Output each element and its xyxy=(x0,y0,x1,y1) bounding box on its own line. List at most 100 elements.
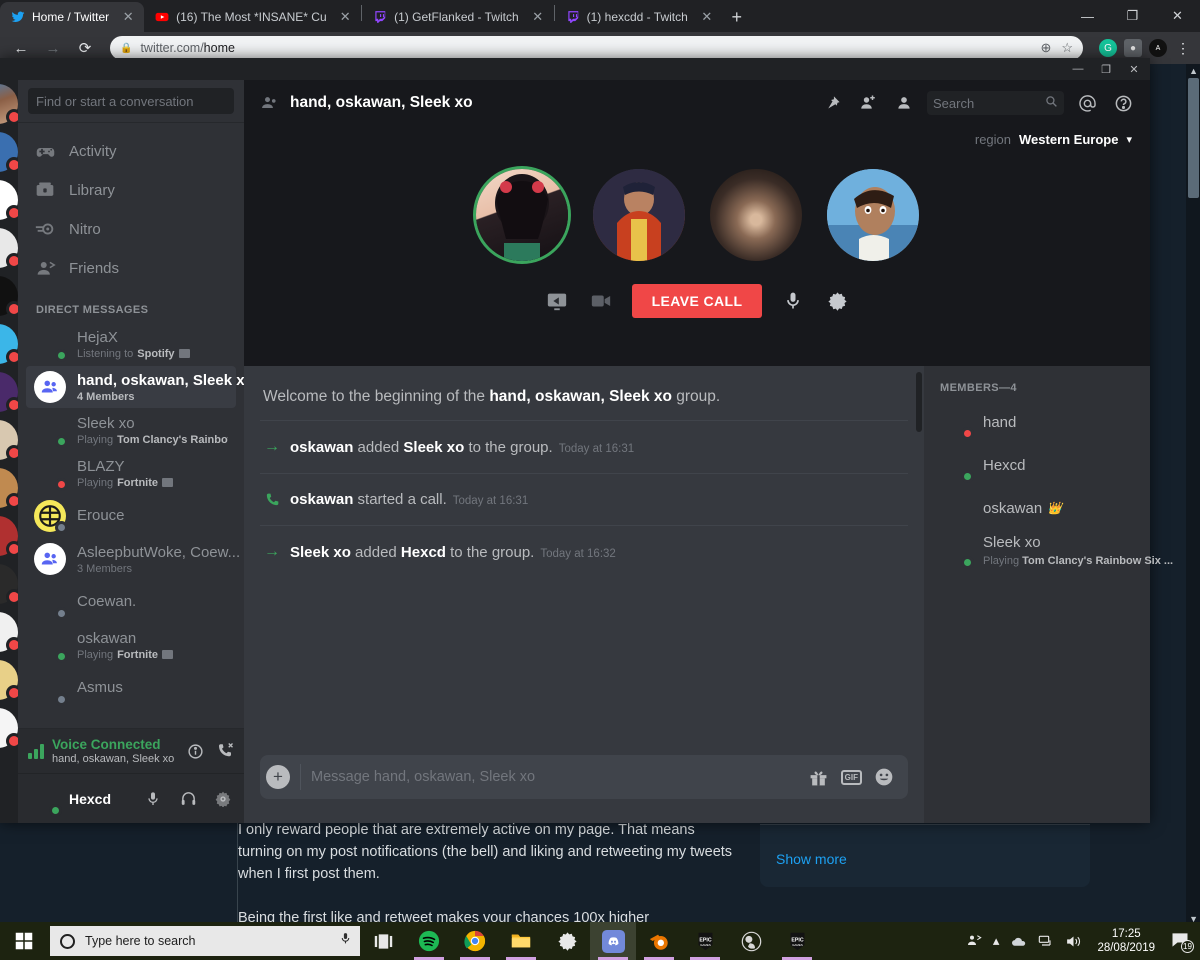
server-icon[interactable] xyxy=(0,324,18,365)
tab-close-icon[interactable]: ✕ xyxy=(699,9,715,25)
scroll-up-arrow[interactable]: ▲ xyxy=(1189,66,1198,76)
sidebar-item-nitro[interactable]: Nitro xyxy=(26,210,236,248)
microphone-icon[interactable] xyxy=(140,786,166,812)
server-icon[interactable] xyxy=(0,276,18,317)
volume-icon[interactable] xyxy=(1065,933,1082,950)
call-participant-oskawan[interactable] xyxy=(592,169,685,261)
profile-avatar[interactable]: A xyxy=(1149,39,1167,57)
dm-item-group-hand-oskawan-sleekxo[interactable]: hand, oskawan, Sleek xo 4 Members xyxy=(26,366,244,408)
add-friend-icon[interactable] xyxy=(855,90,881,116)
message-input-row[interactable]: + Message hand, oskawan, Sleek xo GIF xyxy=(260,755,908,799)
call-participant-hand[interactable] xyxy=(475,169,568,261)
install-app-icon[interactable]: ⊕ xyxy=(1040,40,1051,56)
headphones-icon[interactable] xyxy=(175,786,201,812)
dm-item-oskawan[interactable]: oskawan Playing Fortnite xyxy=(26,624,236,666)
browser-maximize-button[interactable]: ❐ xyxy=(1110,0,1155,32)
browser-close-button[interactable]: ✕ xyxy=(1155,0,1200,32)
leave-call-button[interactable]: LEAVE CALL xyxy=(631,284,763,318)
dm-item-coewan[interactable]: Coewan. xyxy=(26,581,236,623)
start-icon[interactable] xyxy=(0,922,48,960)
server-icon[interactable] xyxy=(0,372,18,413)
epic-games-icon[interactable]: EPIC GAMES xyxy=(682,922,728,960)
gift-icon[interactable] xyxy=(807,765,831,789)
browser-tab-0[interactable]: Home / Twitter ✕ xyxy=(0,2,145,32)
grammarly-extension-icon[interactable]: G xyxy=(1099,39,1117,57)
dm-item-hejax[interactable]: HejaX Listening to Spotify xyxy=(26,323,236,365)
dm-item-group-asleepbutwoke[interactable]: AsleepbutWoke, Coew... 3 Members xyxy=(26,538,240,580)
region-selector[interactable]: region Western Europe ▾ xyxy=(975,132,1132,147)
task-view-icon[interactable] xyxy=(360,922,406,960)
gear-icon[interactable] xyxy=(824,288,850,314)
browser-menu-icon[interactable]: ⋮ xyxy=(1174,39,1192,57)
sidebar-item-activity[interactable]: Activity xyxy=(26,132,236,170)
bookmark-star-icon[interactable]: ☆ xyxy=(1061,40,1073,56)
server-icon[interactable] xyxy=(0,132,18,173)
taskbar-search-input[interactable]: Type here to search xyxy=(50,926,360,956)
member-item-hexcd[interactable]: Hexcd xyxy=(932,444,1142,486)
address-bar[interactable]: 🔒 twitter.com/home ⊕ ☆ xyxy=(110,36,1083,60)
new-tab-button[interactable]: + xyxy=(723,3,751,31)
extension-icon[interactable]: ● xyxy=(1124,39,1142,57)
emoji-icon[interactable] xyxy=(872,765,896,789)
settings-icon[interactable] xyxy=(544,922,590,960)
browser-minimize-button[interactable]: — xyxy=(1065,0,1110,32)
scrollbar-thumb[interactable] xyxy=(1188,78,1199,198)
info-icon[interactable] xyxy=(184,740,206,762)
help-icon[interactable] xyxy=(1110,90,1136,116)
network-icon[interactable] xyxy=(1038,933,1054,949)
onedrive-icon[interactable] xyxy=(1010,933,1027,950)
server-icon[interactable] xyxy=(0,228,18,269)
epic-games-launcher-icon[interactable]: EPIC GAMES xyxy=(774,922,820,960)
people-icon[interactable] xyxy=(966,933,982,949)
tab-close-icon[interactable]: ✕ xyxy=(120,9,136,25)
member-item-sleek-xo[interactable]: Sleek xo Playing Tom Clancy's Rainbow Si… xyxy=(932,530,1173,572)
chat-scrollbar-thumb[interactable] xyxy=(916,372,922,432)
sidebar-item-friends[interactable]: Friends xyxy=(26,249,236,287)
server-icon[interactable] xyxy=(0,564,18,605)
avatar[interactable] xyxy=(28,783,62,817)
server-icon[interactable] xyxy=(0,84,18,125)
dm-item-asmus[interactable]: Asmus xyxy=(26,667,236,709)
show-more-link[interactable]: Show more xyxy=(760,837,1090,887)
page-scrollbar[interactable]: ▲ ▼ xyxy=(1186,64,1200,926)
tab-close-icon[interactable]: ✕ xyxy=(530,9,546,25)
action-center-icon[interactable]: 19 xyxy=(1170,930,1194,953)
dm-item-sleek-xo[interactable]: Sleek xo PlayingTom Clancy's Rainbow Six… xyxy=(26,409,236,451)
dm-item-erouce[interactable]: Erouce xyxy=(26,495,236,537)
discord-maximize-button[interactable]: ❐ xyxy=(1092,58,1120,80)
member-item-oskawan[interactable]: oskawan 👑 xyxy=(932,487,1142,529)
server-icon[interactable] xyxy=(0,420,18,461)
sidebar-item-library[interactable]: Library xyxy=(26,171,236,209)
mentions-icon[interactable] xyxy=(1074,90,1100,116)
tab-close-icon[interactable]: ✕ xyxy=(337,9,353,25)
gif-button[interactable]: GIF xyxy=(840,769,862,785)
screenshare-icon[interactable] xyxy=(544,288,570,314)
server-icon[interactable] xyxy=(0,660,18,701)
disconnect-call-icon[interactable] xyxy=(214,740,236,762)
conversation-search-input[interactable]: Find or start a conversation xyxy=(28,88,234,114)
server-icon[interactable] xyxy=(0,468,18,509)
server-icon[interactable] xyxy=(0,708,18,749)
chat-scrollbar[interactable] xyxy=(916,372,922,745)
call-participant-hexcd[interactable] xyxy=(826,169,919,261)
file-explorer-icon[interactable] xyxy=(498,922,544,960)
server-icon[interactable] xyxy=(0,180,18,221)
chrome-icon[interactable] xyxy=(452,922,498,960)
browser-tab-3[interactable]: (1) hexcdd - Twitch ✕ xyxy=(555,2,723,32)
microphone-icon[interactable] xyxy=(339,932,352,950)
taskbar-clock[interactable]: 17:25 28/08/2019 xyxy=(1093,927,1159,955)
gear-icon[interactable] xyxy=(210,786,236,812)
member-item-hand[interactable]: hand xyxy=(932,401,1142,443)
call-participant-sleek-xo[interactable] xyxy=(709,169,802,261)
members-icon[interactable] xyxy=(891,90,917,116)
server-icon[interactable] xyxy=(0,516,18,557)
discord-minimize-button[interactable]: — xyxy=(1064,58,1092,80)
video-camera-icon[interactable] xyxy=(588,288,614,314)
discord-close-button[interactable]: ✕ xyxy=(1120,58,1148,80)
pin-icon[interactable] xyxy=(819,90,845,116)
browser-tab-2[interactable]: (1) GetFlanked - Twitch ✕ xyxy=(362,2,554,32)
browser-tab-1[interactable]: (16) The Most *INSANE* Custom ✕ xyxy=(144,2,361,32)
obs-icon[interactable] xyxy=(728,922,774,960)
add-attachment-icon[interactable]: + xyxy=(266,765,290,789)
discord-icon[interactable] xyxy=(590,922,636,960)
